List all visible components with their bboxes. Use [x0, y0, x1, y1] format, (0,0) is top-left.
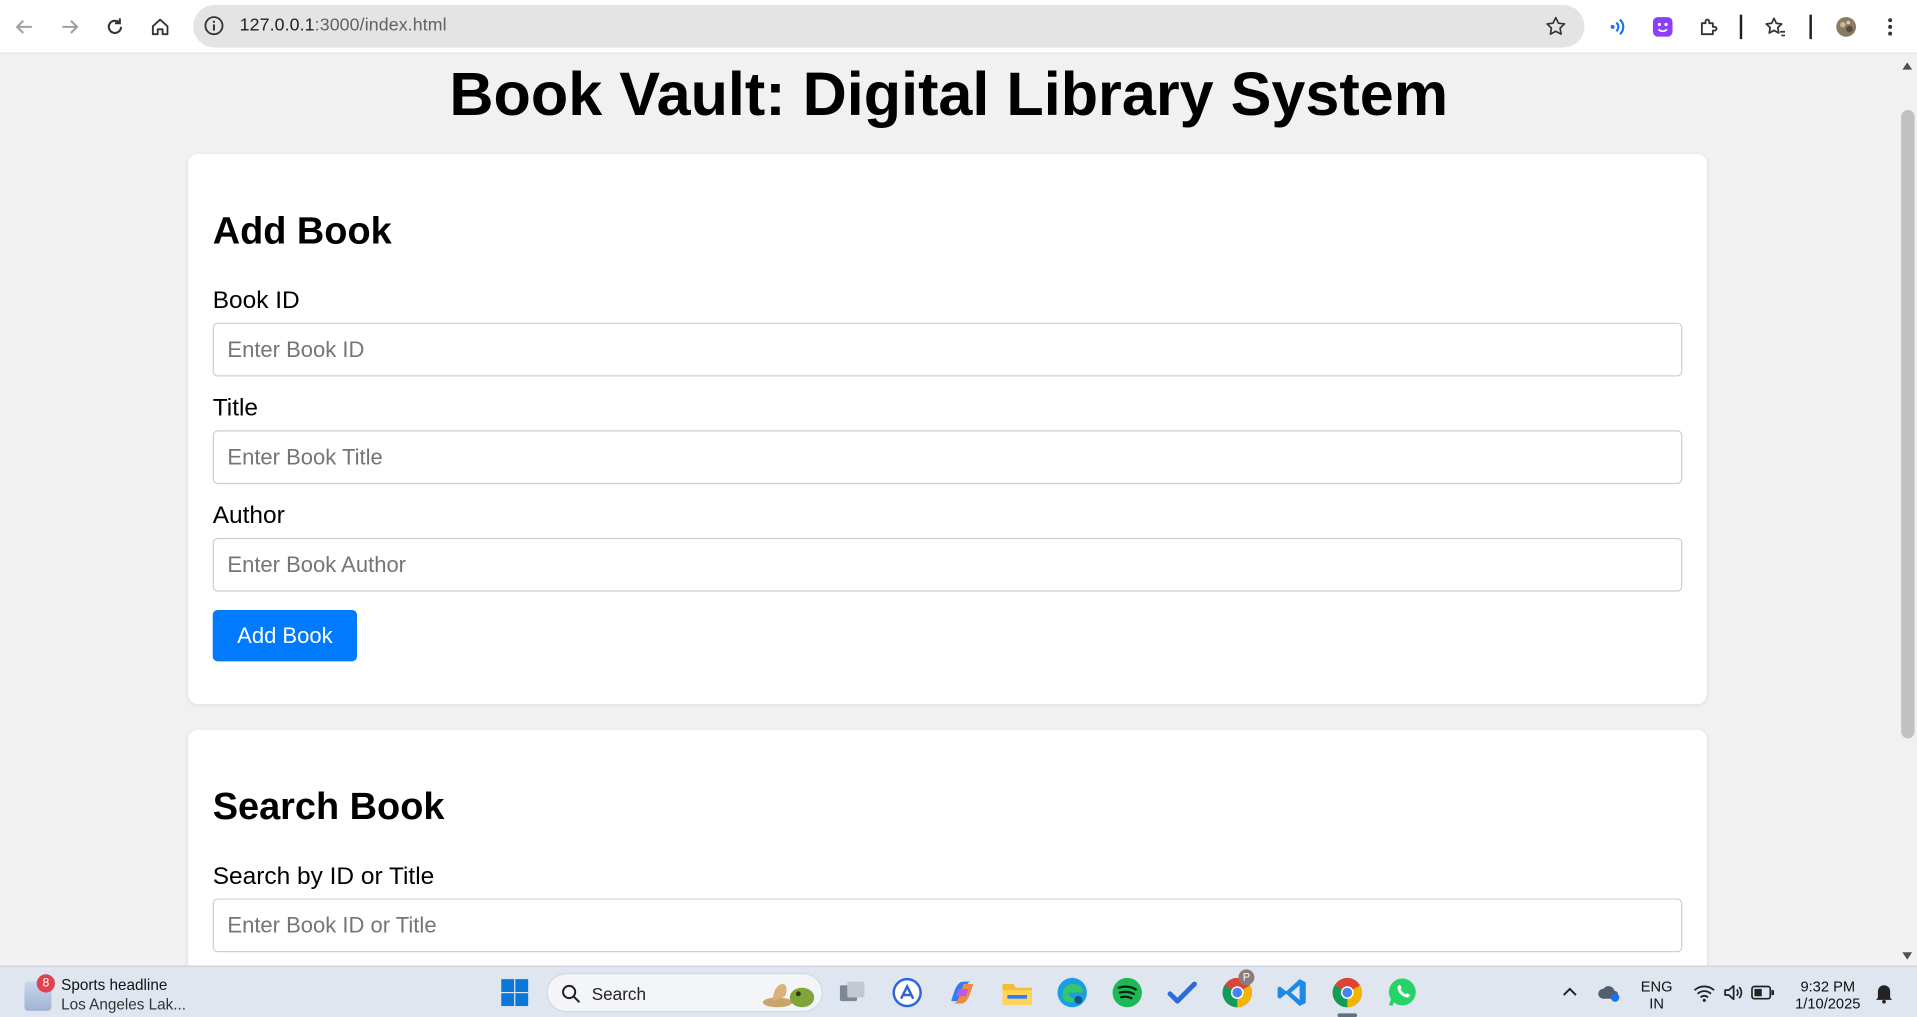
book-id-label: Book ID — [212, 287, 300, 315]
url-path: :3000/index.html — [314, 15, 447, 36]
home-icon — [151, 18, 169, 36]
whatsapp-icon — [1388, 978, 1416, 1007]
clock[interactable]: 9:32 PM 1/10/2025 — [1787, 978, 1868, 1012]
address-bar[interactable]: 127.0.0.1:3000/index.html — [193, 4, 1585, 48]
site-info-icon[interactable] — [203, 15, 225, 37]
star-list-icon — [1765, 17, 1785, 37]
read-aloud-icon — [1610, 18, 1625, 36]
puzzle-icon — [1700, 18, 1718, 36]
web-page: Book Vault: Digital Library System Add B… — [0, 53, 1898, 966]
title-input[interactable] — [212, 430, 1683, 485]
reload-button[interactable] — [98, 10, 132, 44]
spotify-button[interactable] — [1110, 975, 1144, 1009]
page-title: Book Vault: Digital Library System — [449, 59, 1449, 129]
taskbar: 8 Sports headline Los Angeles Lak... Sea… — [0, 965, 1917, 1017]
copilot-button[interactable] — [945, 975, 979, 1009]
arrow-right-icon — [62, 20, 79, 34]
chevron-up-icon — [1563, 987, 1577, 996]
bookmark-star-icon[interactable] — [1544, 15, 1567, 38]
app-store-button[interactable] — [890, 975, 924, 1009]
file-explorer-button[interactable] — [1000, 975, 1034, 1009]
add-book-heading: Add Book — [212, 209, 392, 252]
extensions-menu-button[interactable] — [1692, 10, 1726, 44]
edge-icon — [1057, 977, 1087, 1008]
language-indicator[interactable]: ENG IN — [1633, 978, 1679, 1012]
author-input[interactable] — [212, 537, 1683, 592]
news-title: Sports headline — [61, 976, 168, 994]
title-label: Title — [212, 394, 259, 422]
task-view-button[interactable] — [835, 975, 869, 1009]
profile-badge: P — [1238, 969, 1255, 986]
browser-toolbar: 127.0.0.1:3000/index.html — [0, 0, 1917, 54]
read-aloud-button[interactable] — [1600, 10, 1634, 44]
search-label: Search by ID or Title — [212, 863, 435, 890]
toolbar-divider — [1739, 14, 1743, 40]
browser-menu-button[interactable] — [1873, 10, 1907, 44]
url-host: 127.0.0.1 — [239, 15, 315, 36]
toolbar-divider — [1809, 14, 1812, 40]
region-code: IN — [1649, 995, 1664, 1013]
folder-icon — [1002, 984, 1032, 1005]
scroll-down-arrow-icon[interactable] — [1901, 951, 1913, 961]
battery-button[interactable] — [1746, 975, 1780, 1009]
search-book-card: Search Book Search by ID or Title — [188, 729, 1707, 966]
language-code: ENG — [1640, 977, 1673, 996]
vscode-icon — [1277, 979, 1306, 1007]
clock-date: 1/10/2025 — [1795, 995, 1861, 1013]
avatar-icon — [1836, 16, 1857, 37]
onedrive-button[interactable] — [1592, 975, 1626, 1009]
back-button[interactable] — [7, 10, 41, 44]
taskbar-search-label: Search — [591, 984, 646, 1004]
show-hidden-icons-button[interactable] — [1553, 975, 1587, 1009]
reload-icon — [107, 18, 123, 34]
battery-icon — [1751, 985, 1774, 1000]
book-id-input[interactable] — [212, 322, 1683, 377]
extension-button[interactable] — [1646, 10, 1680, 44]
active-app-indicator — [1337, 1013, 1358, 1017]
clock-time: 9:32 PM — [1800, 977, 1856, 996]
wifi-icon — [1693, 985, 1715, 1002]
vscode-button[interactable] — [1275, 975, 1309, 1009]
chrome-profile-button[interactable]: P — [1220, 969, 1255, 1009]
checkmark-icon — [1167, 981, 1197, 1004]
scroll-up-arrow-icon[interactable] — [1901, 61, 1913, 71]
copilot-icon — [951, 981, 974, 1004]
task-view-icon — [839, 981, 865, 1002]
search-input[interactable] — [212, 898, 1683, 953]
whatsapp-button[interactable] — [1385, 975, 1419, 1009]
search-highlight-icon — [762, 984, 815, 1008]
search-book-heading: Search Book — [212, 784, 445, 828]
extension-face-icon — [1652, 17, 1673, 37]
profile-button[interactable] — [1829, 10, 1863, 44]
add-book-button[interactable]: Add Book — [212, 609, 357, 662]
more-vertical-icon — [1888, 18, 1893, 36]
spotify-icon — [1112, 977, 1142, 1008]
volume-icon — [1724, 985, 1743, 1001]
home-button[interactable] — [143, 10, 177, 44]
add-book-card: Add Book Book ID Title Author Add Book — [188, 154, 1707, 705]
todo-button[interactable] — [1165, 975, 1199, 1009]
screen: 127.0.0.1:3000/index.html Book Vault: Di… — [0, 0, 1917, 1017]
taskbar-search[interactable]: Search — [546, 973, 823, 1013]
author-label: Author — [212, 502, 285, 530]
windows-logo-icon — [501, 979, 529, 1007]
page-scrollbar[interactable] — [1897, 53, 1917, 966]
bell-icon — [1876, 985, 1892, 1004]
arrow-left-icon — [15, 20, 32, 34]
notifications-button[interactable] — [1867, 975, 1901, 1009]
forward-button[interactable] — [53, 10, 87, 44]
cloud-icon — [1598, 986, 1620, 1002]
chrome-button[interactable] — [1330, 975, 1364, 1009]
news-badge: 8 — [36, 974, 56, 993]
chrome-icon — [1332, 977, 1362, 1008]
news-widget[interactable]: 8 Sports headline Los Angeles Lak... — [24, 974, 195, 1013]
news-subtitle: Los Angeles Lak... — [61, 996, 187, 1014]
bookmarks-button[interactable] — [1758, 10, 1792, 44]
search-icon — [562, 984, 581, 1004]
url-text: 127.0.0.1:3000/index.html — [240, 16, 447, 36]
scroll-thumb[interactable] — [1901, 110, 1915, 739]
app-store-icon — [892, 977, 922, 1008]
start-button[interactable] — [498, 975, 532, 1009]
edge-button[interactable] — [1055, 975, 1089, 1009]
